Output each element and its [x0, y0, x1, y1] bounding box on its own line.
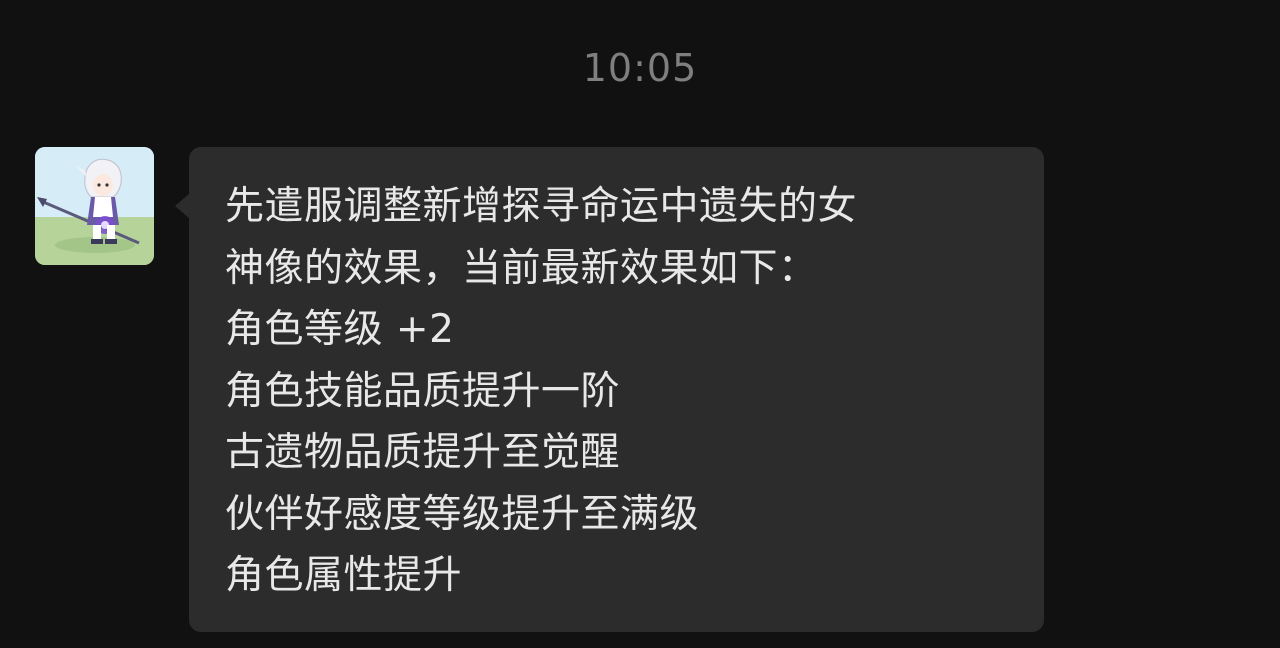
- message-line: 神像的效果，当前最新效果如下：: [225, 245, 818, 291]
- message-bubble[interactable]: 先遣服调整新增探寻命运中遗失的女 神像的效果，当前最新效果如下： 角色等级 +2…: [189, 147, 1044, 632]
- sender-avatar[interactable]: [35, 147, 154, 265]
- message-bubble-tail: [175, 193, 190, 219]
- message-line: 伙伴好感度等级提升至满级: [225, 491, 700, 537]
- message-line: 角色等级 +2: [225, 307, 455, 352]
- anime-character-icon: [35, 147, 154, 265]
- message-line: 古遗物品质提升至觉醒: [225, 430, 621, 475]
- message-line: 先遣服调整新增探寻命运中遗失的女: [225, 184, 858, 229]
- message-line: 角色属性提升: [225, 553, 463, 598]
- message-line: 角色技能品质提升一阶: [225, 368, 621, 414]
- message-timestamp: 10:05: [582, 46, 698, 90]
